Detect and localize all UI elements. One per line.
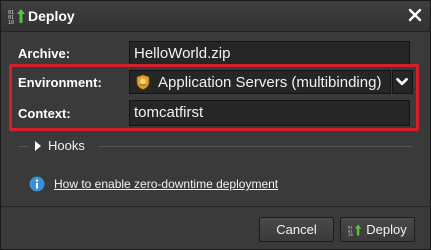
environment-label: Environment:	[18, 75, 102, 90]
environment-select[interactable]: Application Servers (multibinding)	[129, 70, 391, 94]
chevron-down-icon	[396, 77, 408, 86]
deploy-button-label: Deploy	[366, 222, 407, 237]
svg-text:10: 10	[348, 232, 353, 237]
deploy-button[interactable]: 01 01 10 Deploy	[340, 217, 415, 242]
zero-downtime-link[interactable]: How to enable zero-downtime deployment	[54, 177, 278, 191]
environment-shield-icon	[136, 74, 150, 90]
archive-row: Archive: HelloWorld.zip	[1, 41, 430, 67]
environment-value: Application Servers (multibinding)	[158, 74, 382, 91]
dialog-title: Deploy	[28, 8, 75, 24]
info-icon	[29, 176, 45, 192]
svg-text:10: 10	[8, 20, 14, 24]
hooks-label: Hooks	[48, 138, 85, 153]
deploy-binary-arrow-icon: 01 01 10	[348, 224, 362, 237]
archive-field[interactable]: HelloWorld.zip	[129, 41, 410, 65]
deploy-dialog: 01 01 10 Deploy Archive: HelloWorld.zip …	[0, 0, 431, 250]
dialog-titlebar: 01 01 10 Deploy	[1, 1, 430, 32]
hooks-divider-left	[18, 146, 29, 147]
environment-row: Environment: Application Servers (multib…	[1, 70, 430, 96]
context-field[interactable]: tomcatfirst	[129, 100, 410, 126]
context-row: Context: tomcatfirst	[1, 100, 430, 127]
archive-label: Archive:	[18, 46, 71, 61]
context-label: Context:	[18, 106, 71, 121]
close-icon[interactable]	[406, 6, 424, 24]
triangle-right-icon	[35, 140, 41, 151]
environment-dropdown-button[interactable]	[392, 70, 413, 94]
footer-divider	[1, 206, 430, 207]
hooks-toggle[interactable]: Hooks	[34, 138, 85, 153]
hooks-divider-right	[98, 146, 413, 147]
cancel-button[interactable]: Cancel	[259, 217, 334, 242]
deploy-binary-arrow-icon: 01 01 10	[8, 9, 25, 24]
